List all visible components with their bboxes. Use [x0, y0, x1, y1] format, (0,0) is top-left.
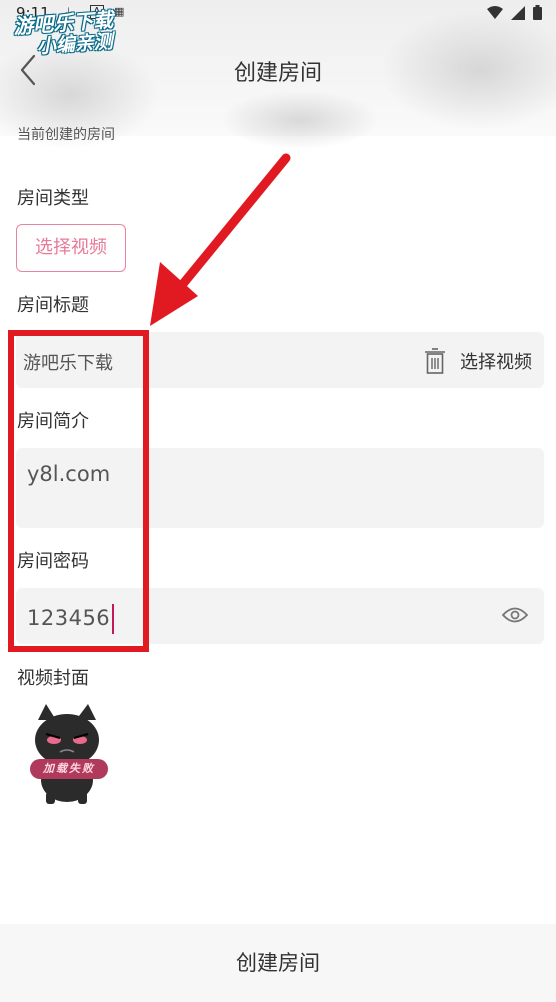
- create-room-button[interactable]: 创建房间: [0, 924, 556, 1002]
- cover-label: 视频封面: [17, 668, 89, 689]
- room-password-value: 123456: [27, 606, 111, 630]
- trash-icon[interactable]: [424, 348, 446, 374]
- video-cover-image[interactable]: 加载失败: [16, 702, 116, 806]
- select-video-button[interactable]: 选择视频: [16, 224, 126, 272]
- room-password-input[interactable]: 123456: [27, 604, 115, 634]
- room-title-input[interactable]: 游吧乐下载: [23, 349, 113, 375]
- keyboard-icon: ▦: [114, 5, 125, 18]
- status-icons: [487, 5, 542, 20]
- cat-cover-icon: [16, 702, 116, 806]
- room-title-field[interactable]: 游吧乐下载 选择视频: [16, 332, 544, 388]
- room-intro-field[interactable]: y8l.com: [16, 448, 544, 528]
- signal-icon: [511, 5, 525, 20]
- wifi-icon: [487, 5, 503, 19]
- room-intro-input[interactable]: y8l.com: [27, 462, 110, 486]
- battery-icon: [533, 5, 542, 20]
- room-type-label: 房间类型: [17, 188, 89, 209]
- room-intro-label: 房间简介: [17, 411, 89, 432]
- room-title-actions: 选择视频: [424, 348, 532, 374]
- room-password-label: 房间密码: [17, 551, 89, 572]
- cover-badge: 加载失败: [30, 759, 108, 779]
- room-password-field[interactable]: 123456: [16, 588, 544, 644]
- page-title: 创建房间: [233, 61, 322, 86]
- section-hint: 当前创建的房间: [17, 127, 115, 143]
- eye-icon[interactable]: [502, 606, 528, 624]
- title-select-video-button[interactable]: 选择视频: [460, 348, 532, 374]
- text-cursor: [112, 604, 115, 634]
- room-title-label: 房间标题: [17, 295, 89, 316]
